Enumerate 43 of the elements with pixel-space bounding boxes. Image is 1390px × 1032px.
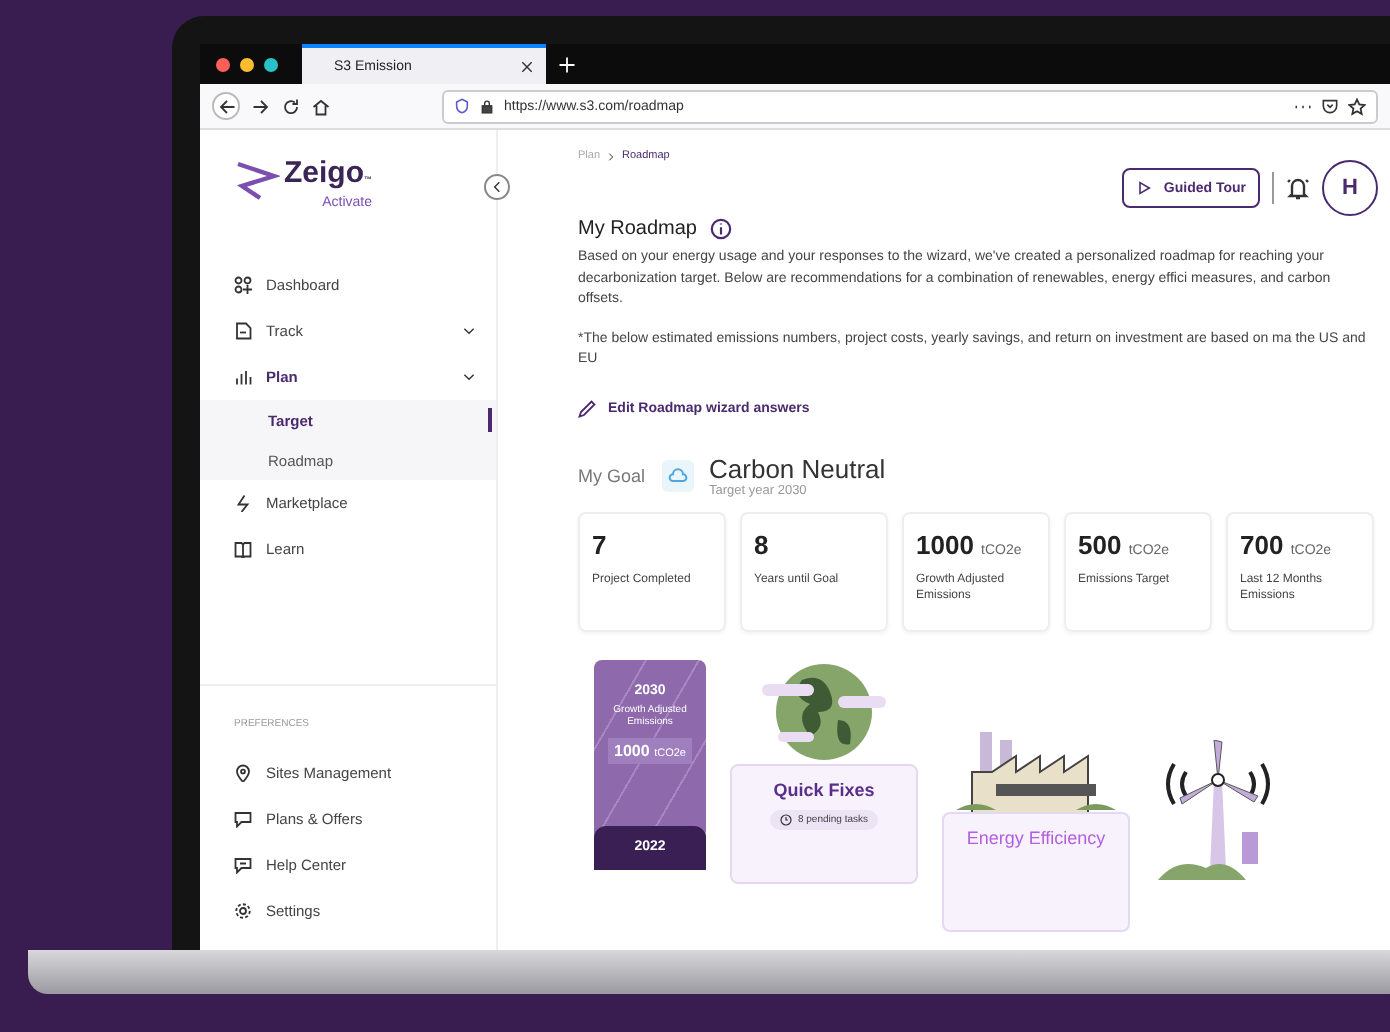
pocket-icon[interactable] <box>1322 98 1338 114</box>
lightning-icon <box>234 494 252 512</box>
location-pin-icon <box>234 764 252 782</box>
cloud-icon <box>661 459 694 491</box>
chevron-down-icon <box>462 324 476 338</box>
stat-value: 7 <box>592 529 609 559</box>
goal-label: My Goal <box>578 465 646 485</box>
notification-bell-icon[interactable] <box>1286 176 1310 200</box>
pencil-icon <box>578 399 596 417</box>
close-icon[interactable] <box>520 59 534 73</box>
stat-value: 8 <box>754 529 771 559</box>
collapse-button[interactable] <box>484 174 510 200</box>
settings-icon <box>234 902 252 920</box>
document-icon <box>234 322 252 340</box>
logo-icon <box>232 158 280 202</box>
star-icon[interactable] <box>1348 97 1366 115</box>
chevron-left-icon <box>490 180 504 194</box>
back-arrow-icon <box>217 97 235 115</box>
info-icon[interactable] <box>710 218 733 240</box>
speech-bubble-icon <box>234 810 252 828</box>
grid-icon <box>234 276 252 294</box>
reload-icon[interactable] <box>282 97 300 115</box>
globe-drawing <box>758 659 890 763</box>
home-icon[interactable] <box>312 97 330 115</box>
page-title: My Roadmap <box>578 218 697 240</box>
step-title: Energy Efficiency <box>966 827 1106 847</box>
lock-icon <box>480 99 494 113</box>
speech-bubble-icon <box>234 856 252 874</box>
user-avatar[interactable]: H <box>1322 160 1378 216</box>
book-icon <box>234 540 252 558</box>
maximize-window-icon[interactable] <box>264 57 278 71</box>
new-tab-icon[interactable] <box>558 55 576 73</box>
minimize-window-icon[interactable] <box>240 57 254 71</box>
chevron-right-icon <box>606 151 617 161</box>
play-icon <box>1135 180 1152 196</box>
back-button[interactable] <box>212 92 240 120</box>
chevron-down-icon <box>462 370 476 384</box>
close-window-icon[interactable] <box>216 57 230 71</box>
goal-title: Carbon Neutral <box>709 453 886 483</box>
forward-icon[interactable] <box>252 97 270 115</box>
bar-chart-icon <box>234 368 252 386</box>
step-title: Quick Fixes <box>773 779 875 799</box>
shield-icon <box>454 98 470 114</box>
